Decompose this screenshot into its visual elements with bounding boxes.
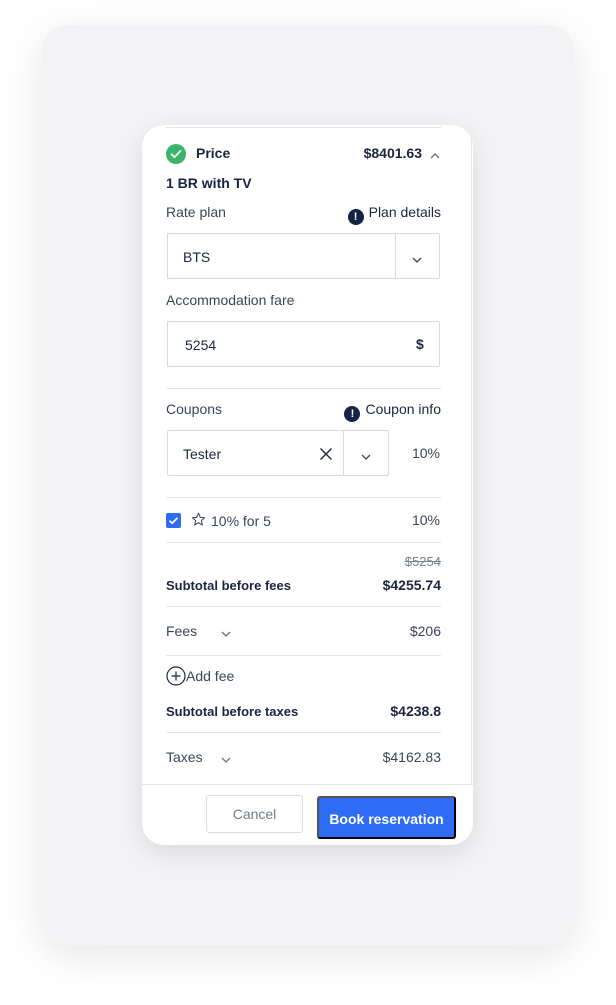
divider bbox=[166, 655, 441, 656]
add-fee-label: Add fee bbox=[186, 668, 235, 684]
select-separator bbox=[343, 431, 344, 475]
coupon-select[interactable]: Tester bbox=[167, 430, 389, 476]
plus-circle-icon bbox=[166, 666, 186, 686]
chevron-up-icon[interactable] bbox=[429, 148, 441, 159]
fees-value: $206 bbox=[409, 623, 441, 639]
divider bbox=[166, 606, 441, 607]
discount-label: 10% for 5 bbox=[211, 513, 271, 529]
add-fee-button[interactable]: Add fee bbox=[166, 666, 234, 686]
subtotal-before-taxes-label: Subtotal before taxes bbox=[166, 704, 299, 719]
select-separator bbox=[395, 234, 396, 278]
subtotal-before-fees-label: Subtotal before fees bbox=[166, 578, 291, 593]
cancel-button[interactable]: Cancel bbox=[206, 795, 303, 833]
fees-label: Fees bbox=[166, 623, 198, 639]
coupon-percent: 10% bbox=[411, 445, 440, 461]
price-total: $8401.63 bbox=[363, 145, 422, 161]
taxes-label: Taxes bbox=[166, 749, 203, 765]
check-circle-icon bbox=[166, 144, 186, 164]
plan-details-text: Plan details bbox=[368, 204, 441, 220]
chevron-down-icon[interactable] bbox=[360, 449, 372, 460]
original-price: $5254 bbox=[404, 554, 441, 569]
subtotal-before-fees-value: $4255.74 bbox=[382, 577, 441, 593]
divider bbox=[166, 497, 441, 498]
coupon-value: Tester bbox=[183, 446, 222, 462]
coupon-info-link[interactable]: ! Coupon info bbox=[302, 401, 441, 422]
currency-symbol: $ bbox=[416, 336, 424, 352]
subtotal-before-taxes-value: $4238.8 bbox=[390, 703, 441, 719]
chevron-down-icon[interactable] bbox=[220, 752, 232, 763]
chevron-down-icon[interactable] bbox=[411, 252, 423, 263]
info-icon: ! bbox=[347, 209, 364, 225]
price-title: Price bbox=[196, 145, 231, 161]
close-icon[interactable] bbox=[319, 447, 333, 461]
divider bbox=[166, 732, 441, 733]
chevron-down-icon[interactable] bbox=[220, 626, 232, 637]
scrollbar[interactable] bbox=[471, 125, 472, 785]
taxes-value: $4162.83 bbox=[382, 749, 441, 765]
fare-value: 5254 bbox=[185, 337, 217, 353]
top-divider bbox=[166, 127, 441, 128]
reservation-card: Price $8401.63 1 BR with TV Rate plan ! P… bbox=[142, 125, 473, 845]
plan-details-link[interactable]: ! Plan details bbox=[302, 204, 441, 225]
divider bbox=[166, 542, 441, 543]
rate-plan-value: BTS bbox=[183, 249, 211, 265]
star-icon bbox=[191, 512, 206, 527]
rate-plan-label: Rate plan bbox=[166, 204, 226, 220]
rate-plan-select[interactable]: BTS bbox=[167, 233, 440, 279]
coupons-label: Coupons bbox=[166, 401, 223, 417]
book-reservation-button[interactable]: Book reservation bbox=[317, 796, 456, 839]
coupon-info-text: Coupon info bbox=[365, 401, 441, 417]
discount-checkbox[interactable] bbox=[166, 513, 181, 528]
discount-value: 10% bbox=[411, 512, 440, 528]
divider bbox=[166, 388, 441, 389]
info-icon: ! bbox=[344, 406, 361, 422]
room-name: 1 BR with TV bbox=[166, 175, 252, 191]
footer-divider bbox=[142, 784, 473, 785]
accommodation-fare-input[interactable]: 5254 $ bbox=[167, 321, 440, 367]
accommodation-fare-label: Accommodation fare bbox=[166, 292, 295, 308]
